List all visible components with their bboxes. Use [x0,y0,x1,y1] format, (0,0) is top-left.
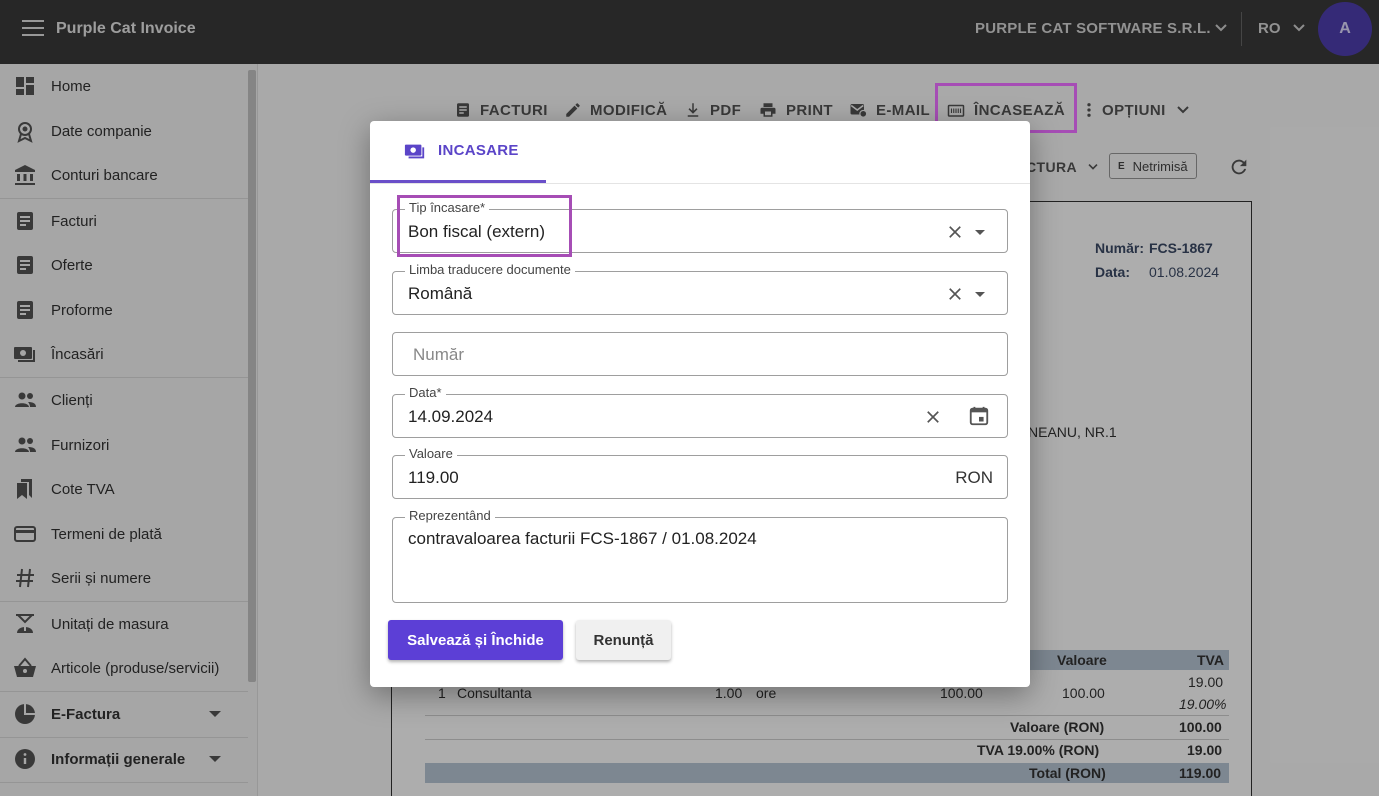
tab-incasare[interactable]: INCASARE [370,121,546,183]
dropdown-arrow-icon[interactable] [975,230,985,235]
currency-suffix: RON [955,468,993,487]
numar-placeholder: Număr [413,345,465,364]
tip-incasare-highlight [397,195,572,257]
data-input[interactable]: Data* 14.09.2024 [392,385,1008,438]
save-and-close-button[interactable]: Salvează și Închide [388,620,563,660]
data-value: 14.09.2024 [408,407,494,426]
dropdown-arrow-icon[interactable] [975,292,985,297]
data-label: Data* [405,385,446,400]
valoare-value: 119.00 [408,468,459,487]
reprezentand-textarea[interactable]: Reprezentând contravaloarea facturii FCS… [392,508,1008,603]
reprezentand-label: Reprezentând [405,508,495,523]
valoare-label: Valoare [405,446,457,461]
limba-select[interactable]: Limba traducere documente Română [392,262,1008,315]
calendar-icon[interactable] [968,405,990,427]
valoare-input[interactable]: Valoare 119.00 RON [392,446,1008,499]
incasare-dialog: INCASARE Tip încasare* Bon fiscal (exter… [370,121,1030,687]
close-icon[interactable] [946,223,964,241]
limba-label: Limba traducere documente [405,262,575,277]
close-icon[interactable] [924,408,942,426]
reprezentand-value: contravaloarea facturii FCS-1867 / 01.08… [408,529,757,548]
limba-value: Română [408,284,473,303]
tab-incasare-label: INCASARE [438,142,519,159]
divider [370,183,1030,184]
cancel-button[interactable]: Renunță [576,620,671,660]
close-icon[interactable] [946,285,964,303]
payments-icon [404,144,425,158]
numar-input[interactable]: Număr [392,332,1008,376]
